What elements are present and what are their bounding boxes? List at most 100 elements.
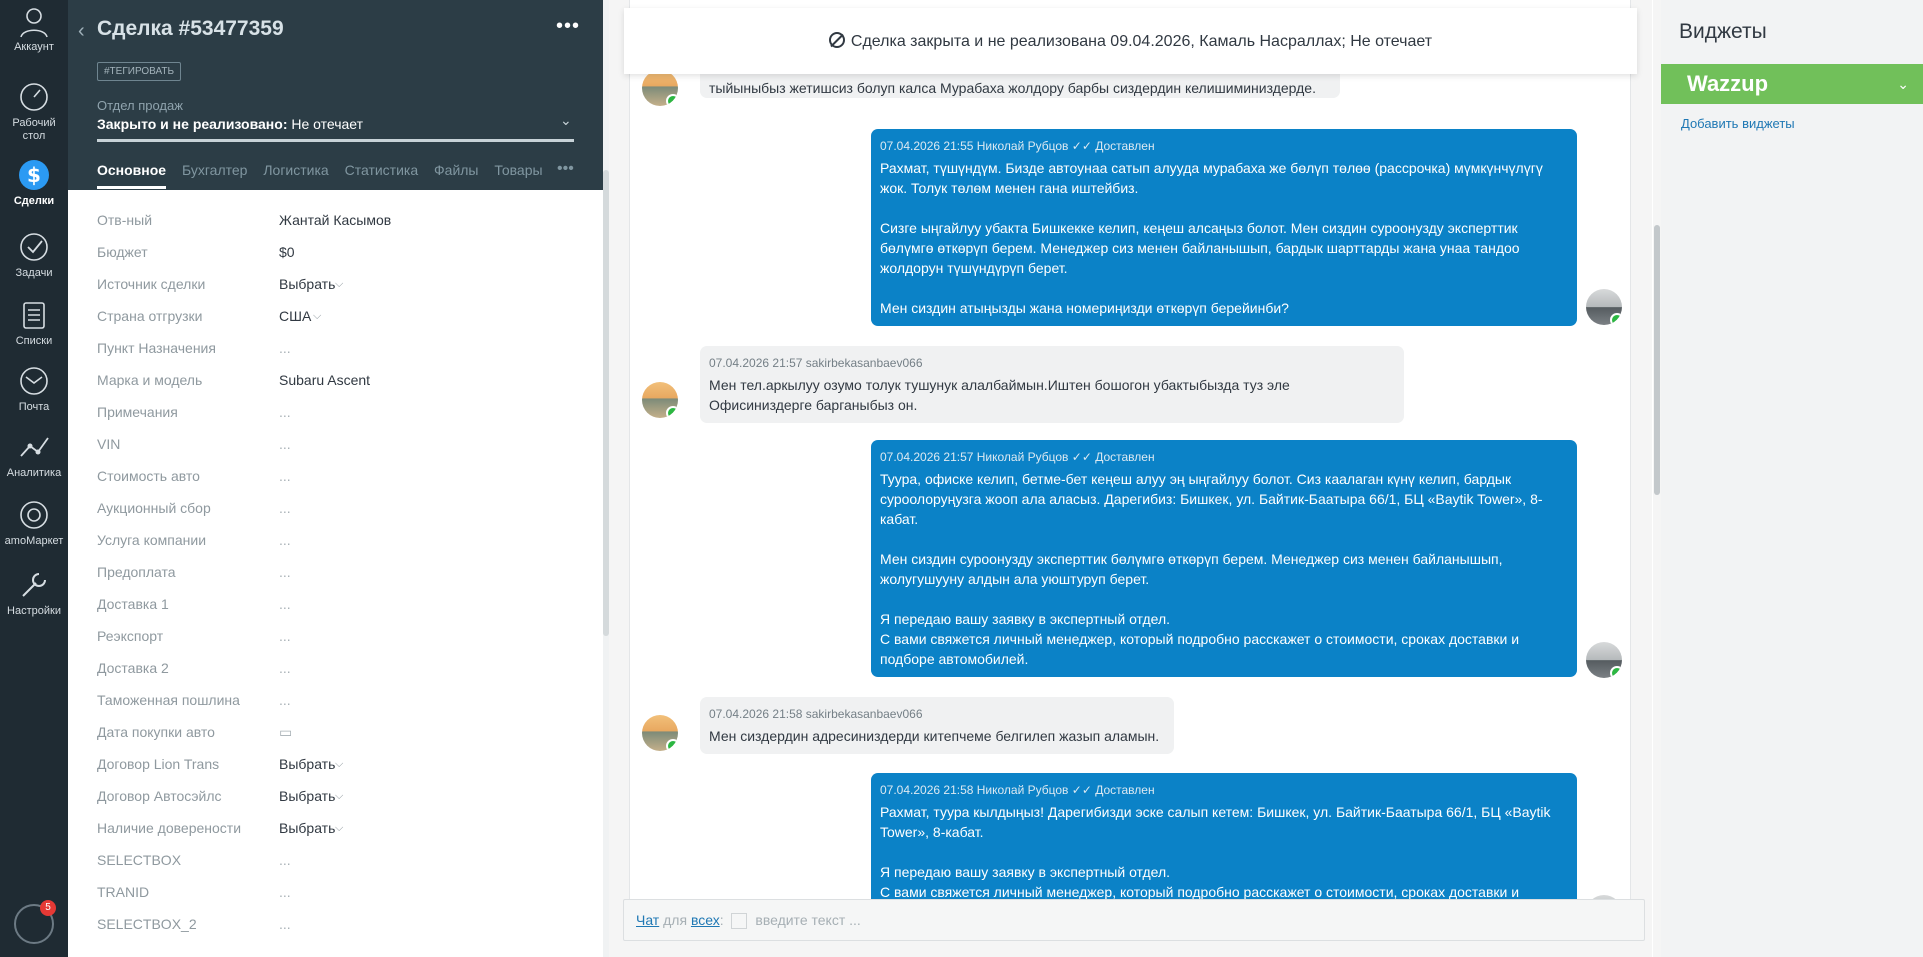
- field-row: Страна отгрузки США ⌵: [97, 302, 577, 334]
- lists-icon: [23, 302, 45, 329]
- tag-button[interactable]: #ТЕГИРОВАТЬ: [97, 62, 182, 81]
- scroll-thumb[interactable]: [1654, 225, 1660, 495]
- field-value[interactable]: ...: [279, 628, 291, 644]
- nav-dashboard[interactable]: Рабочий стол: [0, 80, 68, 143]
- field-value[interactable]: Выбрать: [279, 276, 335, 292]
- field-row: Марка и модель Subaru Ascent: [97, 366, 577, 398]
- field-value[interactable]: ...: [279, 692, 291, 708]
- field-value[interactable]: ...: [279, 468, 291, 484]
- recipients-link[interactable]: всех: [691, 912, 720, 928]
- deals-icon: $: [19, 160, 49, 190]
- field-value[interactable]: ...: [279, 660, 291, 676]
- feed-scrollbar[interactable]: [1653, 0, 1661, 957]
- client-avatar[interactable]: [642, 715, 678, 751]
- manager-avatar[interactable]: [1586, 642, 1622, 678]
- field-value[interactable]: Жантай Касымов: [279, 212, 391, 228]
- tab-files[interactable]: Файлы: [434, 162, 478, 186]
- status-reason: Не отечает: [291, 116, 364, 132]
- manager-avatar[interactable]: [1586, 289, 1622, 325]
- nav-label: Аккаунт: [14, 41, 54, 53]
- field-value[interactable]: ...: [279, 500, 291, 516]
- dashboard-icon: [20, 83, 48, 111]
- field-value[interactable]: ...: [279, 532, 291, 548]
- nav-label: Настройки: [7, 605, 61, 617]
- field-row: Наличие доверености Выбрать ⌵: [97, 814, 577, 846]
- status-select[interactable]: Закрыто и не реализовано: Не отечает: [97, 116, 363, 132]
- more-menu-icon[interactable]: •••: [556, 15, 580, 38]
- chevron-down-icon[interactable]: [731, 913, 748, 930]
- field-row: Доставка 2...: [97, 654, 577, 686]
- message-meta: 07.04.2026 21:58 sakirbekasanbaev066: [709, 707, 923, 721]
- nav-lists[interactable]: Списки: [0, 298, 68, 348]
- field-value[interactable]: Выбрать: [279, 820, 335, 836]
- whatsapp-icon: [666, 739, 678, 751]
- deal-title[interactable]: Сделка #53477359: [97, 17, 284, 41]
- field-row: TRANID...: [97, 878, 577, 910]
- field-value[interactable]: ...: [279, 916, 291, 932]
- tab-statistics[interactable]: Статистика: [345, 162, 419, 186]
- nav-label: amoМаркет: [4, 535, 64, 547]
- field-label: Дата покупки авто: [97, 724, 215, 740]
- client-avatar[interactable]: [642, 382, 678, 418]
- message-composer[interactable]: Чат для всех: введите текст ...: [623, 899, 1645, 941]
- field-value[interactable]: ...: [279, 884, 291, 900]
- chevron-down-icon[interactable]: ⌵: [313, 310, 321, 323]
- nav-analytics[interactable]: Аналитика: [0, 430, 68, 480]
- field-row: SELECTBOX_2...: [97, 910, 577, 942]
- settings-icon: [22, 573, 46, 597]
- deal-fields: Отв-ный Жантай Касымов Бюджет $0 Источник сд…: [97, 206, 577, 942]
- field-value[interactable]: ▭: [279, 724, 292, 741]
- prohibited-icon: [828, 32, 845, 48]
- tasks-icon: [20, 233, 48, 261]
- chevron-down-icon[interactable]: ⌄: [560, 112, 572, 129]
- chevron-down-icon[interactable]: ⌵: [335, 278, 343, 291]
- field-row: Таможенная пошлина...: [97, 686, 577, 718]
- field-value[interactable]: ...: [279, 852, 291, 868]
- incoming-message: 07.04.2026 21:57 sakirbekasanbaev066 Мен …: [700, 346, 1404, 423]
- chevron-down-icon[interactable]: ⌵: [335, 822, 343, 835]
- field-value[interactable]: ...: [279, 340, 291, 356]
- nav-mail[interactable]: Почта: [0, 364, 68, 414]
- field-value[interactable]: Выбрать: [279, 756, 335, 772]
- nav-settings[interactable]: Настройки: [0, 568, 68, 618]
- tab-logistics[interactable]: Логистика: [263, 162, 328, 186]
- add-widgets-link[interactable]: Добавить виджеты: [1681, 116, 1795, 131]
- chevron-down-icon[interactable]: ⌄: [1897, 64, 1909, 104]
- field-label: SELECTBOX: [97, 852, 182, 868]
- analytics-icon: [20, 437, 49, 457]
- field-value[interactable]: Выбрать: [279, 788, 335, 804]
- field-value[interactable]: США: [279, 308, 311, 324]
- field-value[interactable]: ...: [279, 404, 291, 420]
- nav-label: Списки: [15, 335, 53, 347]
- field-label: Предоплата: [97, 564, 176, 580]
- message-meta: 07.04.2026 21:55 Николай Рубцов ✓✓ Доста…: [880, 139, 1155, 153]
- field-row: Стоимость авто...: [97, 462, 577, 494]
- chevron-down-icon[interactable]: ⌵: [335, 758, 343, 771]
- field-value[interactable]: ...: [279, 564, 291, 580]
- field-value[interactable]: Subaru Ascent: [279, 372, 370, 388]
- outgoing-message: 07.04.2026 21:58 Николай Рубцов ✓✓ Доста…: [871, 773, 1577, 900]
- mail-icon: [20, 367, 48, 395]
- message-text: Рахмат, туура кылдыңыз! Дарегибизди эске…: [880, 804, 1551, 840]
- nav-account[interactable]: Аккаунт: [0, 4, 68, 54]
- client-avatar[interactable]: [642, 70, 678, 106]
- wazzup-widget[interactable]: Wazzup ⌄: [1661, 64, 1923, 104]
- chat-type-link[interactable]: Чат: [636, 912, 659, 928]
- chevron-down-icon[interactable]: ⌵: [335, 790, 343, 803]
- back-arrow-icon[interactable]: ‹: [78, 20, 85, 43]
- tab-accounting[interactable]: Бухгалтер: [182, 162, 247, 186]
- composer-placeholder[interactable]: введите текст ...: [755, 912, 860, 928]
- nav-deals[interactable]: $ Сделки: [0, 158, 68, 208]
- tabs-more-icon[interactable]: •••: [557, 160, 574, 178]
- tab-products[interactable]: Товары: [494, 162, 542, 186]
- field-value[interactable]: ...: [279, 596, 291, 612]
- field-value[interactable]: $0: [279, 244, 295, 260]
- nav-market[interactable]: amoМаркет: [0, 498, 68, 548]
- message-text: Мен сиздин суроонузду эксперттик бөлүмгө…: [880, 551, 1503, 587]
- field-value[interactable]: ...: [279, 436, 291, 452]
- card-tabs: Основное Бухгалтер Логистика Статистика …: [97, 162, 555, 190]
- tab-main[interactable]: Основное: [97, 162, 167, 189]
- nav-tasks[interactable]: Задачи: [0, 230, 68, 280]
